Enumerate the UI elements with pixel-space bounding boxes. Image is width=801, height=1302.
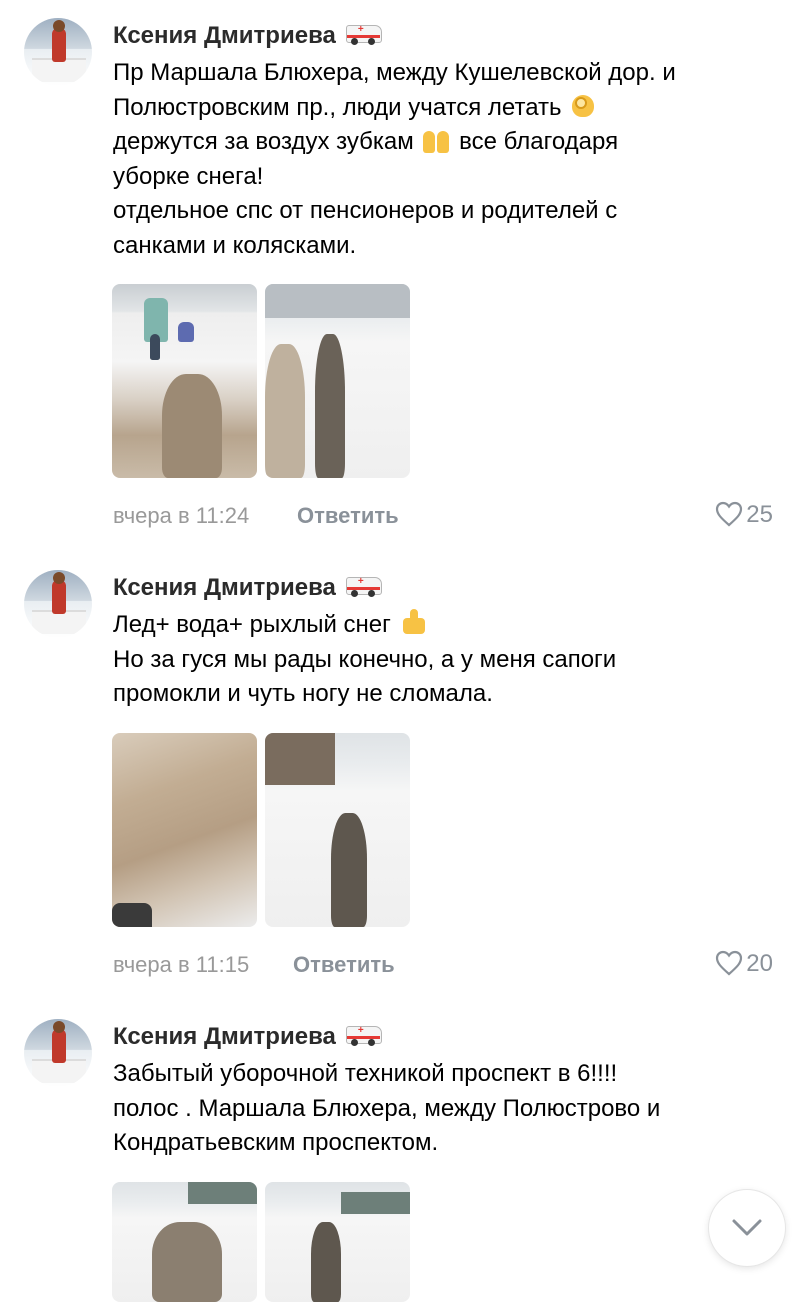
photo-attachments	[112, 1182, 412, 1302]
heart-icon	[716, 950, 743, 976]
photo-thumbnail[interactable]	[112, 284, 257, 478]
photo-attachments	[112, 284, 412, 478]
thumbs-up-icon	[400, 608, 428, 636]
ambulance-icon: +	[345, 575, 382, 597]
author-name[interactable]: Ксения Дмитриева +	[113, 1023, 382, 1051]
avatar[interactable]	[24, 18, 92, 86]
ambulance-icon: +	[345, 23, 382, 45]
like-count: 20	[746, 950, 773, 977]
comment-timestamp: вчера в 11:24	[113, 503, 250, 528]
avatar[interactable]	[24, 570, 92, 638]
photo-thumbnail[interactable]	[112, 733, 257, 927]
author-name[interactable]: Ксения Дмитриева +	[113, 574, 382, 602]
comment-timestamp: вчера в 11:15	[113, 952, 250, 977]
comment-text: Лед+ вода+ рыхлый снег Но за гуся мы рад…	[113, 608, 793, 712]
like-count: 25	[746, 501, 773, 528]
like-button[interactable]: 25	[715, 501, 773, 529]
photo-thumbnail[interactable]	[265, 284, 410, 478]
heart-icon	[716, 501, 743, 527]
comment-text: Забытый уборочной техникой проспект в 6!…	[113, 1060, 661, 1156]
comment-text: Пр Маршала Блюхера, между Кушелевской до…	[113, 59, 676, 259]
chevron-down-icon	[732, 1219, 762, 1236]
scroll-down-button[interactable]	[709, 1190, 785, 1266]
photo-thumbnail[interactable]	[112, 1182, 257, 1302]
photo-attachments	[112, 733, 412, 927]
reply-button[interactable]: Ответить	[297, 503, 399, 529]
reply-button[interactable]: Ответить	[293, 952, 395, 978]
avatar[interactable]	[24, 1019, 92, 1087]
ambulance-icon: +	[345, 1024, 382, 1046]
ok-hand-icon	[570, 91, 598, 119]
author-name[interactable]: Ксения Дмитриева +	[113, 22, 382, 50]
photo-thumbnail[interactable]	[265, 1182, 410, 1302]
raising-hands-icon	[422, 125, 450, 153]
photo-thumbnail[interactable]	[265, 733, 410, 927]
like-button[interactable]: 20	[715, 950, 773, 978]
